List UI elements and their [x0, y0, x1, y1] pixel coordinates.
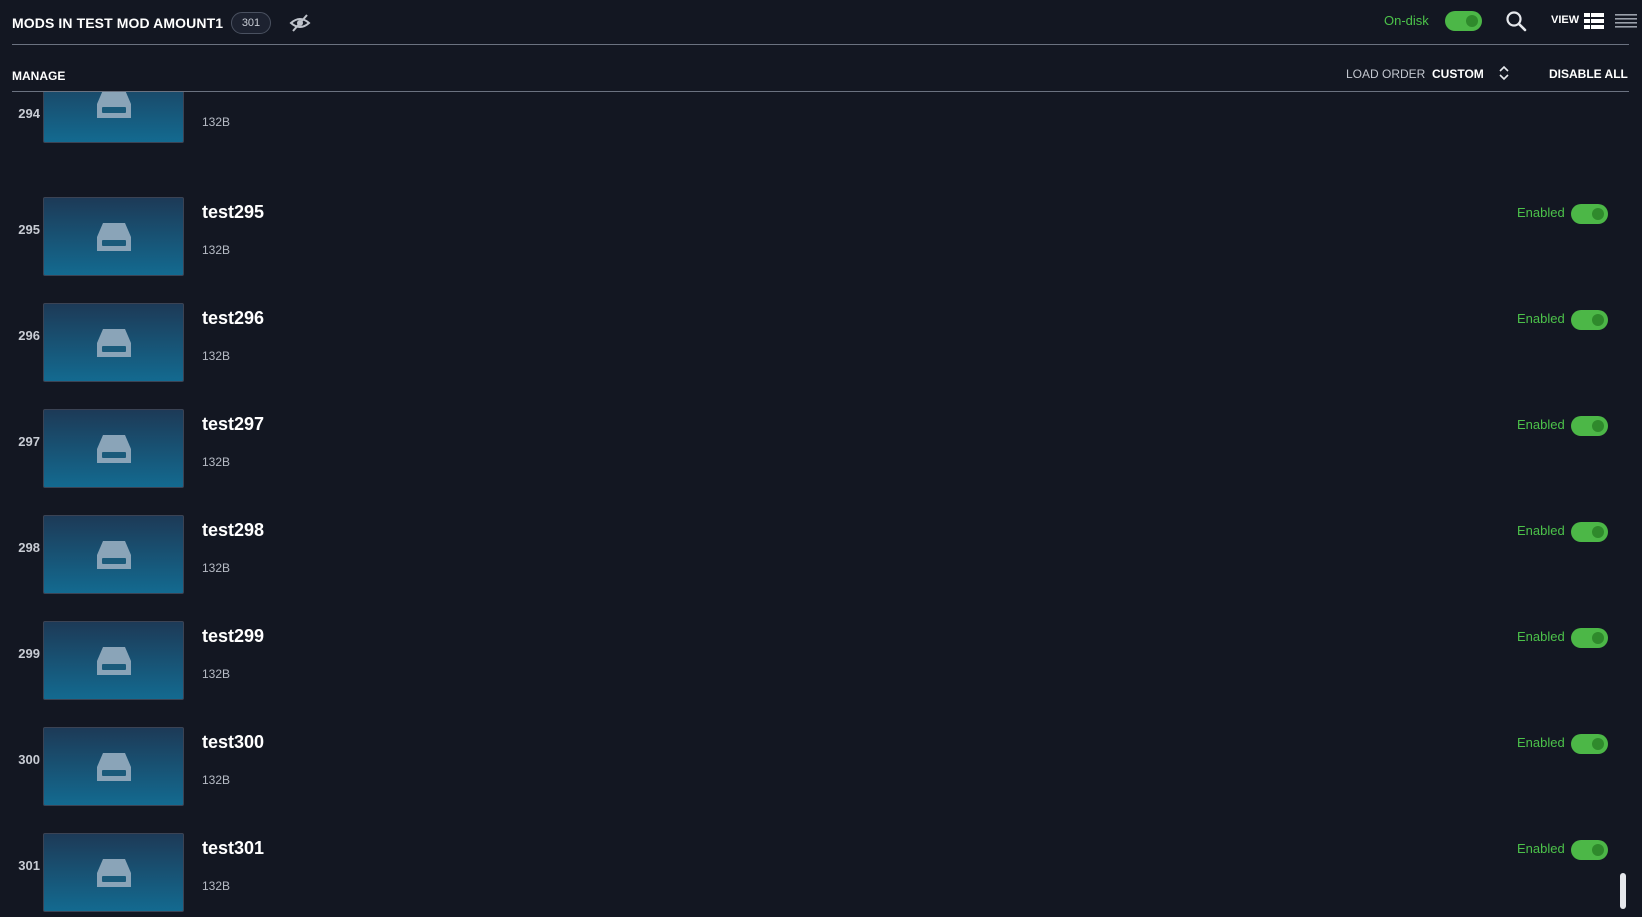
scrollbar-thumb[interactable] [1620, 873, 1626, 909]
sort-chevron-icon[interactable] [1498, 65, 1510, 81]
mod-enable-toggle[interactable] [1571, 628, 1608, 648]
list-view-icon[interactable] [1615, 14, 1637, 28]
mod-name[interactable]: test298 [202, 520, 264, 541]
mod-list: 294 132B 295 test295 132B Enabled 296 test296 13… [0, 92, 1632, 917]
mod-index: 298 [18, 540, 40, 555]
mod-row[interactable]: 300 test300 132B Enabled [0, 720, 1632, 826]
drive-icon [96, 646, 131, 675]
mod-count-badge: 301 [231, 12, 271, 34]
mod-thumbnail[interactable] [43, 92, 184, 143]
drive-icon [96, 92, 131, 118]
mod-index: 300 [18, 752, 40, 767]
mod-row[interactable]: 301 test301 132B Enabled [0, 826, 1632, 917]
mod-status-label: Enabled [1517, 311, 1565, 326]
mod-thumbnail[interactable] [43, 833, 184, 912]
mod-enable-toggle[interactable] [1571, 840, 1608, 860]
disable-all-button[interactable]: DISABLE ALL [1549, 67, 1628, 81]
mod-index: 299 [18, 646, 40, 661]
load-order-label: LOAD ORDER [1346, 67, 1426, 81]
mod-name[interactable]: test297 [202, 414, 264, 435]
search-icon[interactable] [1505, 10, 1527, 32]
mod-enable-toggle[interactable] [1571, 522, 1608, 542]
mod-enable-toggle[interactable] [1571, 734, 1608, 754]
mod-name[interactable]: test300 [202, 732, 264, 753]
view-label: VIEW [1551, 14, 1580, 26]
mod-size: 132B [202, 879, 231, 893]
mod-index: 301 [18, 858, 40, 873]
mod-name[interactable]: test295 [202, 202, 264, 223]
page-title: MODS IN TEST MOD AMOUNT1 [12, 15, 224, 31]
mod-status-label: Enabled [1517, 841, 1565, 856]
mod-name[interactable]: test299 [202, 626, 264, 647]
on-disk-toggle[interactable] [1445, 11, 1482, 31]
grid-view-icon[interactable] [1584, 13, 1604, 29]
mod-status-label: Enabled [1517, 629, 1565, 644]
drive-icon [96, 540, 131, 569]
mod-thumbnail[interactable] [43, 303, 184, 382]
mod-enable-toggle[interactable] [1571, 204, 1608, 224]
mod-index: 296 [18, 328, 40, 343]
drive-icon [96, 222, 131, 251]
mod-status-label: Enabled [1517, 205, 1565, 220]
mod-thumbnail[interactable] [43, 515, 184, 594]
mod-index: 297 [18, 434, 40, 449]
mod-thumbnail[interactable] [43, 621, 184, 700]
drive-icon [96, 858, 131, 887]
mod-name[interactable]: test296 [202, 308, 264, 329]
mod-size: 132B [202, 561, 231, 575]
mod-row[interactable]: 299 test299 132B Enabled [0, 614, 1632, 720]
mod-row[interactable]: 295 test295 132B Enabled [0, 190, 1632, 296]
manage-label[interactable]: MANAGE [12, 69, 65, 83]
drive-icon [96, 328, 131, 357]
eye-off-icon[interactable] [289, 12, 311, 34]
top-bar: MODS IN TEST MOD AMOUNT1 301 On-disk VIE… [12, 0, 1637, 45]
mod-status-label: Enabled [1517, 735, 1565, 750]
mod-index: 294 [18, 106, 40, 121]
load-order-select[interactable]: CUSTOM [1432, 67, 1484, 81]
mod-row[interactable]: 296 test296 132B Enabled [0, 296, 1632, 402]
mod-index: 295 [18, 222, 40, 237]
mod-status-label: Enabled [1517, 523, 1565, 538]
drive-icon [96, 434, 131, 463]
mod-size: 132B [202, 349, 231, 363]
mod-row[interactable]: 297 test297 132B Enabled [0, 402, 1632, 508]
mod-thumbnail[interactable] [43, 409, 184, 488]
mod-thumbnail[interactable] [43, 727, 184, 806]
drive-icon [96, 752, 131, 781]
mod-size: 132B [202, 455, 231, 469]
on-disk-label: On-disk [1384, 13, 1429, 28]
manage-bar: MANAGE LOAD ORDER CUSTOM DISABLE ALL [12, 57, 1629, 92]
mod-thumbnail[interactable] [43, 197, 184, 276]
mod-enable-toggle[interactable] [1571, 416, 1608, 436]
mod-row[interactable]: 294 132B [0, 92, 1632, 190]
mod-row[interactable]: 298 test298 132B Enabled [0, 508, 1632, 614]
mod-name[interactable]: test301 [202, 838, 264, 859]
mod-size: 132B [202, 773, 231, 787]
mod-status-label: Enabled [1517, 417, 1565, 432]
mod-size: 132B [202, 667, 231, 681]
mod-size: 132B [202, 115, 231, 129]
mod-size: 132B [202, 243, 231, 257]
mod-enable-toggle[interactable] [1571, 310, 1608, 330]
